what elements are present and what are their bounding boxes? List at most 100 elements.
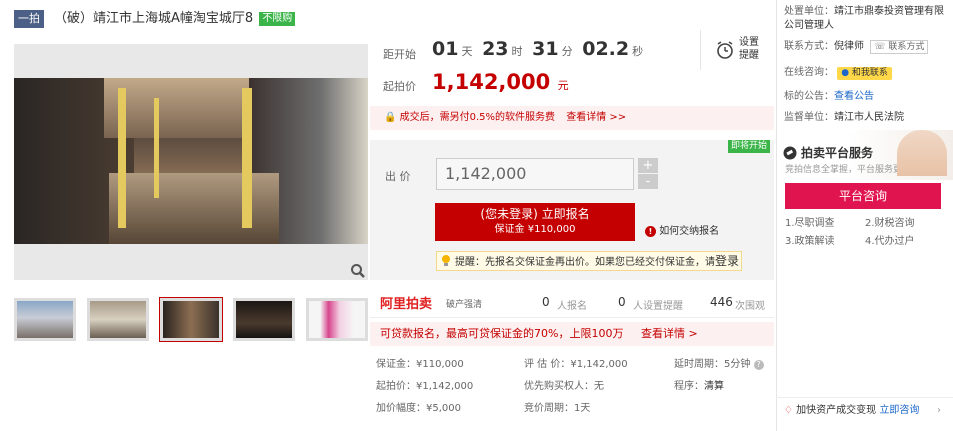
service-item-tax[interactable]: 2.财税咨询 bbox=[865, 215, 943, 233]
lock-icon: 🔒 bbox=[384, 112, 397, 123]
loan-promo: 可贷款报名，最高可贷保证金的70%，上限100万 查看详情 > bbox=[370, 322, 774, 346]
contact-label: 联系方式： bbox=[784, 41, 834, 52]
tip-text: 提醒：先报名交保证金再出价。如果您已经交付保证金，请 bbox=[455, 257, 715, 268]
hammer-icon bbox=[783, 146, 797, 163]
contact-row: 联系方式：倪律师 ☏ 联系方式 bbox=[784, 40, 929, 54]
signup-button[interactable]: (您未登录) 立即报名 保证金 ¥110,000 bbox=[435, 203, 635, 241]
detail-priority: 优先购买权人：无 bbox=[524, 377, 604, 392]
how-to-signup-link[interactable]: ! 如何交纳报名 bbox=[645, 222, 719, 237]
start-price: 1,142,000 元 bbox=[432, 70, 569, 94]
days-unit: 天 bbox=[461, 45, 473, 58]
fee-notice: 🔒 成交后，需另付0.5%的软件服务费 查看详情 >> bbox=[370, 106, 774, 130]
purchase-limit-badge: 不限购 bbox=[259, 12, 296, 26]
view-notice-link[interactable]: 查看公告 bbox=[834, 91, 874, 102]
loan-promo-text: 可贷款报名，最高可贷保证金的70%，上限100万 bbox=[380, 327, 624, 340]
countdown-minutes: 31 bbox=[532, 38, 559, 60]
countdown-hours: 23 bbox=[482, 38, 509, 60]
fee-notice-text: 成交后，需另付0.5%的软件服务费 bbox=[399, 112, 556, 123]
service-items: 1.尽职调查 2.财税咨询 3.政策解读 4.代办过户 bbox=[785, 215, 945, 251]
priority-text: 优先购买权人：无 bbox=[524, 381, 604, 392]
contact-method-label: 联系方式 bbox=[888, 42, 925, 52]
countdown-days: 01 bbox=[432, 38, 459, 60]
online-consult-label: 在线咨询： bbox=[784, 67, 834, 78]
detail-deposit: 保证金：¥110,000 bbox=[376, 359, 464, 370]
signup-deposit: 保证金 ¥110,000 bbox=[494, 224, 576, 235]
chat-button[interactable]: ● 和我联系 bbox=[837, 67, 892, 80]
login-link[interactable]: 登录 bbox=[715, 254, 739, 268]
brand-sub: 破产强清 bbox=[446, 300, 483, 310]
footer-text: 加快资产成交变现 bbox=[796, 405, 877, 416]
zoom-icon[interactable] bbox=[350, 263, 366, 279]
title-text: （破）靖江市上海城A幢淘宝城厅8 bbox=[54, 11, 254, 26]
asset-consult-footer[interactable]: ♢ 加快资产成交变现 立即咨询 › bbox=[776, 397, 953, 423]
supervisor-label: 监督单位： bbox=[784, 112, 834, 123]
reminders-count: 0 bbox=[618, 295, 626, 309]
help-icon[interactable]: ? bbox=[753, 360, 764, 370]
hours-unit: 时 bbox=[511, 45, 523, 58]
thumbnail-3[interactable] bbox=[159, 297, 223, 342]
footer-consult-link[interactable]: 立即咨询 bbox=[879, 405, 919, 416]
chevron-right-icon: › bbox=[937, 405, 941, 416]
thumbnail-2[interactable] bbox=[87, 298, 149, 341]
supervisor-row: 监督单位：靖江市人民法院 bbox=[784, 111, 904, 125]
signup-label: (您未登录) 立即报名 bbox=[480, 207, 590, 221]
views-label: 次围观 bbox=[735, 301, 765, 312]
chat-button-label: 和我联系 bbox=[851, 68, 888, 78]
how-to-label: 如何交纳报名 bbox=[659, 226, 720, 237]
increase-bid-button[interactable]: + bbox=[638, 158, 658, 173]
start-price-label: 起拍价 bbox=[383, 80, 416, 93]
chat-icon: ● bbox=[841, 68, 850, 78]
disposal-unit: 处置单位：靖江市鼎泰投资管理有限公司管理人 bbox=[784, 5, 948, 33]
notice-row: 标的公告：查看公告 bbox=[784, 90, 874, 104]
disposal-unit-label: 处置单位： bbox=[784, 6, 834, 17]
service-item-transfer[interactable]: 4.代办过户 bbox=[865, 233, 943, 251]
online-consult-row: 在线咨询： ● 和我联系 bbox=[784, 66, 892, 80]
set-reminder-button[interactable]: 设置提醒 bbox=[700, 30, 772, 70]
alarm-clock-icon bbox=[715, 40, 735, 63]
service-item-policy[interactable]: 3.政策解读 bbox=[785, 233, 865, 251]
bid-label: 出 价 bbox=[385, 170, 411, 183]
supervisor-value: 靖江市人民法院 bbox=[834, 112, 904, 123]
detail-cycle: 竞价周期：1天 bbox=[524, 403, 591, 414]
login-tip: 提醒：先报名交保证金再出价。如果您已经交付保证金，请登录 bbox=[436, 251, 742, 271]
brand-logo: 阿里拍卖 bbox=[380, 297, 433, 312]
detail-start-price: 起拍价：¥1,142,000 bbox=[376, 381, 474, 392]
fee-details-link[interactable]: 查看详情 >> bbox=[566, 112, 626, 123]
auction-round-tag: 一拍 bbox=[14, 10, 44, 28]
reminders-label: 人设置提醒 bbox=[633, 301, 683, 312]
info-icon: ! bbox=[645, 226, 656, 237]
service-title: 拍卖平台服务 bbox=[801, 146, 874, 160]
platform-consult-button[interactable]: 平台咨询 bbox=[785, 183, 941, 209]
loan-details-link[interactable]: 查看详情 > bbox=[641, 327, 698, 340]
countdown-seconds: 02.2 bbox=[582, 38, 630, 60]
notice-label: 标的公告： bbox=[784, 91, 834, 102]
decrease-bid-button[interactable]: - bbox=[638, 174, 658, 189]
contact-name: 倪律师 bbox=[834, 41, 864, 52]
service-banner: 拍卖平台服务 竞拍信息全掌握，平台服务更放心 bbox=[777, 130, 953, 180]
start-price-value: 1,142,000 bbox=[432, 70, 551, 94]
applicants-label: 人报名 bbox=[557, 301, 587, 312]
thumbnail-1[interactable] bbox=[14, 298, 76, 341]
contact-method-button[interactable]: ☏ 联系方式 bbox=[870, 40, 929, 54]
thumbnail-5[interactable] bbox=[306, 298, 368, 341]
views-count: 446 bbox=[710, 295, 733, 309]
minutes-unit: 分 bbox=[561, 45, 573, 58]
price-unit: 元 bbox=[557, 79, 569, 92]
detail-assessed: 评 估 价：¥1,142,000 bbox=[524, 359, 628, 370]
bulb-icon bbox=[441, 254, 451, 274]
detail-increment: 加价幅度：¥5,000 bbox=[376, 403, 461, 414]
bid-amount-input[interactable]: 1,142,000 bbox=[436, 158, 634, 190]
seconds-unit: 秒 bbox=[632, 45, 644, 58]
procedure-label: 程序： bbox=[674, 381, 704, 392]
main-photo[interactable] bbox=[14, 44, 368, 280]
set-reminder-label: 设置提醒 bbox=[739, 37, 759, 61]
stats-row: 阿里拍卖 破产强清 0 人报名 0 人设置提醒 446 次围观 bbox=[370, 288, 774, 318]
extension-text: 延时周期：5分钟 bbox=[674, 359, 751, 370]
page-title: （破）靖江市上海城A幢淘宝城厅8 不限购 bbox=[54, 10, 296, 28]
detail-procedure: 程序：清算 bbox=[674, 377, 724, 392]
upcoming-tag: 即将开始 bbox=[728, 140, 771, 153]
handshake-icon: ♢ bbox=[784, 405, 793, 416]
service-item-due-diligence[interactable]: 1.尽职调查 bbox=[785, 215, 865, 233]
thumbnail-4[interactable] bbox=[233, 298, 295, 341]
countdown-label: 距开始 bbox=[383, 48, 416, 61]
